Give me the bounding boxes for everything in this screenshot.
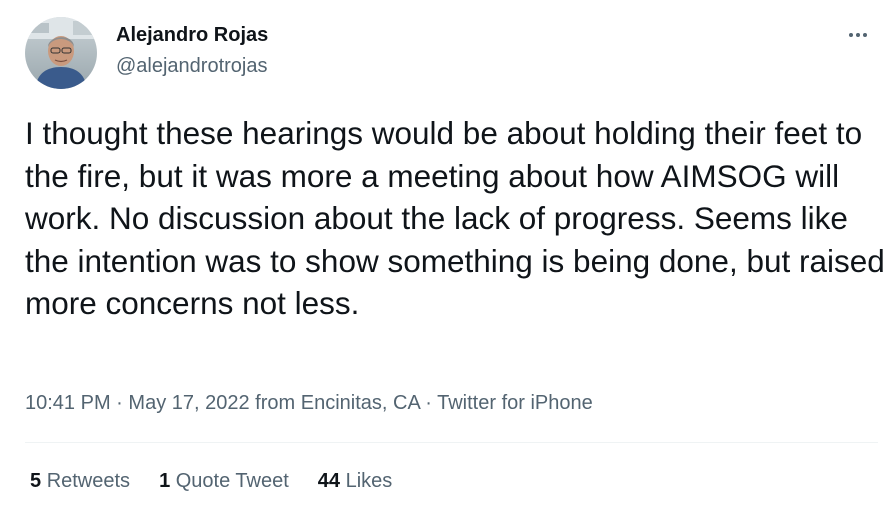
retweets-label: Retweets [46,470,131,492]
avatar-photo-icon [25,17,97,89]
meta-separator-2: · [425,392,432,414]
tweet-text: I thought these hearings would be about … [25,115,885,321]
divider [25,442,878,443]
tweet-date[interactable]: May 17, 2022 [128,392,249,414]
tweet-metadata: 10:41 PM · May 17, 2022 from Encinitas, … [25,392,593,415]
quote-tweets-stat[interactable]: 1 Quote Tweet [159,470,289,493]
quote-tweets-label: Quote Tweet [175,470,289,492]
quote-tweets-count: 1 [159,470,171,492]
likes-label: Likes [345,470,393,492]
more-horizontal-icon [849,33,853,37]
tweet-source[interactable]: Twitter for iPhone [437,392,593,414]
author-display-name[interactable]: Alejandro Rojas [116,24,268,47]
more-options-button[interactable] [838,20,878,50]
meta-separator: · [116,392,123,414]
tweet-time[interactable]: 10:41 PM [25,392,111,414]
retweets-count: 5 [30,470,42,492]
author-avatar[interactable] [25,17,97,89]
author-handle[interactable]: @alejandrotrojas [116,55,268,78]
more-horizontal-icon-dot [863,33,867,37]
more-horizontal-icon-dot [856,33,860,37]
tweet-stats: 5 Retweets 1 Quote Tweet 44 Likes [30,470,392,493]
likes-count: 44 [317,470,341,492]
tweet-card: Alejandro Rojas @alejandrotrojas I thoug… [0,0,892,513]
likes-stat[interactable]: 44 Likes [318,470,393,493]
location-prefix: from [255,392,296,414]
tweet-location[interactable]: Encinitas, CA [301,392,420,414]
retweets-stat[interactable]: 5 Retweets [30,470,130,493]
